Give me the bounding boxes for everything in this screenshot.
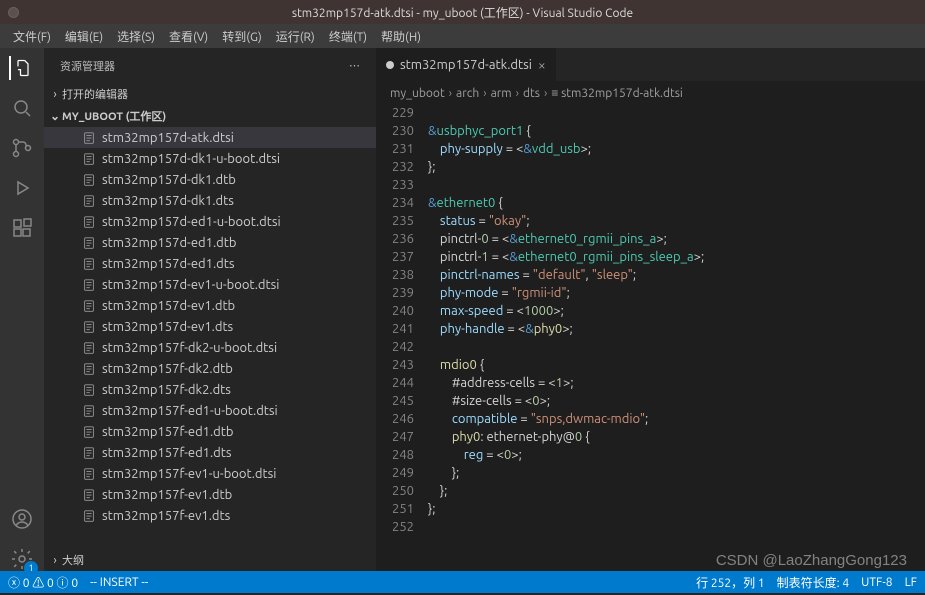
status-bar: ⓧ 0 ⚠ 0 ⓘ 0 -- INSERT -- 行 252，列 1 制表符长度…	[0, 571, 925, 593]
close-icon[interactable]: ×	[538, 57, 546, 73]
menu-item[interactable]: 帮助(H)	[374, 28, 428, 45]
sidebar-header: 资源管理器 ⋯	[44, 48, 376, 83]
file-item[interactable]: stm32mp157f-ev1.dtb	[44, 484, 376, 505]
file-tree: stm32mp157d-atk.dtsistm32mp157d-dk1-u-bo…	[44, 127, 376, 549]
file-item[interactable]: stm32mp157d-dk1-u-boot.dtsi	[44, 148, 376, 169]
settings-icon[interactable]	[10, 547, 34, 571]
explorer-icon[interactable]	[9, 56, 33, 80]
editor-area: stm32mp157d-atk.dtsi × my_uboot›arch›arm…	[376, 48, 925, 571]
file-item[interactable]: stm32mp157d-ed1.dtb	[44, 232, 376, 253]
accounts-icon[interactable]	[10, 507, 34, 531]
workspace-section[interactable]: ⌄MY_UBOOT (工作区)	[44, 105, 376, 127]
menu-item[interactable]: 选择(S)	[110, 28, 162, 45]
menu-item[interactable]: 查看(V)	[162, 28, 215, 45]
breadcrumb-seg[interactable]: dts	[523, 87, 540, 100]
file-item[interactable]: stm32mp157d-ev1.dts	[44, 316, 376, 337]
file-item[interactable]: stm32mp157d-dk1.dts	[44, 190, 376, 211]
titlebar: stm32mp157d-atk.dtsi - my_uboot (工作区) - …	[0, 0, 925, 24]
line-gutter: 2292302312322332342352362372382392402412…	[376, 104, 428, 571]
run-debug-icon[interactable]	[10, 176, 34, 200]
breadcrumb[interactable]: my_uboot›arch›arm›dts›≡ stm32mp157d-atk.…	[376, 82, 925, 104]
status-cursor[interactable]: 行 252，列 1	[696, 574, 765, 591]
editor-tabs: stm32mp157d-atk.dtsi ×	[376, 48, 925, 82]
breadcrumb-seg[interactable]: arm	[491, 87, 512, 100]
outline-section[interactable]: ›大纲	[44, 549, 376, 571]
status-encoding[interactable]: UTF-8	[861, 576, 892, 589]
menu-item[interactable]: 转到(G)	[215, 28, 269, 45]
file-item[interactable]: stm32mp157d-ev1-u-boot.dtsi	[44, 274, 376, 295]
status-problems[interactable]: ⓧ 0 ⚠ 0 ⓘ 0	[8, 574, 78, 591]
extensions-icon[interactable]	[10, 216, 34, 240]
more-icon[interactable]: ⋯	[349, 59, 360, 72]
code-editor[interactable]: 2292302312322332342352362372382392402412…	[376, 104, 925, 571]
source-control-icon[interactable]	[10, 136, 34, 160]
breadcrumb-seg[interactable]: ≡ stm32mp157d-atk.dtsi	[551, 86, 683, 100]
menu-item[interactable]: 文件(F)	[6, 28, 58, 45]
file-item[interactable]: stm32mp157d-ed1-u-boot.dtsi	[44, 211, 376, 232]
status-mode: -- INSERT --	[90, 576, 148, 589]
file-item[interactable]: stm32mp157d-ev1.dtb	[44, 295, 376, 316]
code-content[interactable]: &usbphyc_port1 { phy-supply = <&vdd_usb>…	[428, 104, 925, 571]
file-item[interactable]: stm32mp157f-dk2.dts	[44, 379, 376, 400]
file-item[interactable]: stm32mp157f-ev1.dts	[44, 505, 376, 526]
file-item[interactable]: stm32mp157f-ed1.dts	[44, 442, 376, 463]
open-editors-section[interactable]: ›打开的编辑器	[44, 83, 376, 105]
search-icon[interactable]	[10, 96, 34, 120]
menubar: 文件(F)编辑(E)选择(S)查看(V)转到(G)运行(R)终端(T)帮助(H)	[0, 24, 925, 48]
window-menu-icon[interactable]	[8, 7, 19, 18]
file-item[interactable]: stm32mp157f-ev1-u-boot.dtsi	[44, 463, 376, 484]
file-item[interactable]: stm32mp157d-atk.dtsi	[44, 127, 376, 148]
sidebar: 资源管理器 ⋯ ›打开的编辑器 ⌄MY_UBOOT (工作区) stm32mp1…	[44, 48, 376, 571]
breadcrumb-seg[interactable]: my_uboot	[390, 87, 445, 100]
file-item[interactable]: stm32mp157d-ed1.dts	[44, 253, 376, 274]
tab-stm32mp157d-atk[interactable]: stm32mp157d-atk.dtsi ×	[376, 48, 556, 81]
file-item[interactable]: stm32mp157d-dk1.dtb	[44, 169, 376, 190]
menu-item[interactable]: 终端(T)	[322, 28, 374, 45]
activity-bar	[0, 48, 44, 571]
file-item[interactable]: stm32mp157f-dk2-u-boot.dtsi	[44, 337, 376, 358]
menu-item[interactable]: 编辑(E)	[58, 28, 110, 45]
file-item[interactable]: stm32mp157f-ed1.dtb	[44, 421, 376, 442]
window-title: stm32mp157d-atk.dtsi - my_uboot (工作区) - …	[292, 4, 633, 21]
file-item[interactable]: stm32mp157f-ed1-u-boot.dtsi	[44, 400, 376, 421]
menu-item[interactable]: 运行(R)	[269, 28, 322, 45]
status-eol[interactable]: LF	[905, 576, 917, 589]
file-item[interactable]: stm32mp157f-dk2.dtb	[44, 358, 376, 379]
status-indent[interactable]: 制表符长度: 4	[777, 574, 849, 591]
modified-indicator-icon	[386, 61, 394, 69]
breadcrumb-seg[interactable]: arch	[456, 87, 479, 100]
